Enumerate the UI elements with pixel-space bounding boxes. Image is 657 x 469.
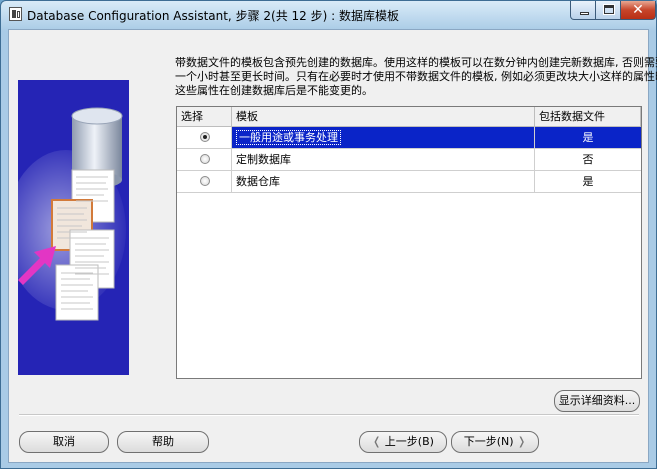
minimize-button[interactable] — [570, 1, 596, 20]
next-button[interactable]: 下一步(N) ❭ — [451, 431, 539, 453]
template-radio[interactable] — [200, 176, 210, 186]
database-illustration-icon — [18, 80, 129, 375]
maximize-button[interactable] — [595, 1, 621, 20]
window-title: Database Configuration Assistant, 步骤 2(共… — [27, 9, 399, 23]
table-row[interactable]: 一般用途或事务处理 是 — [177, 127, 641, 149]
cancel-button[interactable]: 取消 — [19, 431, 109, 453]
select-cell — [177, 171, 232, 192]
description-line: 一个小时甚至更长时间。只有在必要时才使用不带数据文件的模板, 例如必须更改块大小… — [175, 70, 657, 83]
table-row[interactable]: 定制数据库 否 — [177, 149, 641, 171]
select-cell — [177, 149, 232, 170]
column-header-template[interactable]: 模板 — [232, 107, 535, 126]
datafiles-cell: 否 — [582, 153, 594, 166]
template-description: 带数据文件的模板包含预先创建的数据库。使用这样的模板可以在数分钟内创建完新数据库… — [175, 56, 657, 98]
template-cell: 定制数据库 — [232, 149, 535, 170]
back-button[interactable]: ❬ 上一步(B) — [359, 431, 447, 453]
description-line: 这些属性在创建数据库后是不能变更的。 — [175, 84, 373, 97]
template-table: 选择 模板 包括数据文件 一般用途或事务处理 是 定制数据库 否 数据仓库 是 — [176, 106, 642, 379]
template-radio[interactable] — [200, 132, 210, 142]
button-divider — [19, 414, 639, 416]
maximize-icon — [603, 4, 615, 15]
minimize-icon — [580, 12, 589, 15]
table-header: 选择 模板 包括数据文件 — [177, 107, 641, 127]
datafiles-cell: 是 — [582, 175, 594, 188]
template-name: 定制数据库 — [236, 153, 291, 166]
close-button[interactable]: ✕ — [620, 1, 656, 20]
template-cell: 一般用途或事务处理 — [232, 127, 535, 148]
next-button-label: 下一步(N) — [463, 435, 514, 448]
datafiles-cell: 是 — [535, 127, 641, 148]
help-button[interactable]: 帮助 — [117, 431, 209, 453]
template-name: 数据仓库 — [236, 175, 280, 188]
title-bar[interactable]: Database Configuration Assistant, 步骤 2(共… — [1, 1, 656, 29]
back-button-label: 上一步(B) — [384, 435, 434, 448]
select-cell — [177, 127, 232, 148]
dialog-window: Database Configuration Assistant, 步骤 2(共… — [0, 0, 657, 469]
wizard-illustration — [18, 80, 129, 375]
show-details-button[interactable]: 显示详细资料... — [554, 390, 640, 412]
template-name: 一般用途或事务处理 — [236, 130, 341, 145]
app-icon — [9, 7, 22, 21]
description-line: 带数据文件的模板包含预先创建的数据库。使用这样的模板可以在数分钟内创建完新数据库… — [175, 56, 657, 69]
template-radio[interactable] — [200, 154, 210, 164]
dialog-client-area: 带数据文件的模板包含预先创建的数据库。使用这样的模板可以在数分钟内创建完新数据库… — [8, 29, 657, 463]
template-cell: 数据仓库 — [232, 171, 535, 192]
column-header-select[interactable]: 选择 — [177, 107, 232, 126]
close-icon: ✕ — [632, 2, 644, 18]
chevron-left-icon: ❬ — [372, 435, 382, 448]
column-header-includes-datafiles[interactable]: 包括数据文件 — [535, 107, 641, 126]
table-row[interactable]: 数据仓库 是 — [177, 171, 641, 193]
chevron-right-icon: ❭ — [517, 435, 527, 448]
